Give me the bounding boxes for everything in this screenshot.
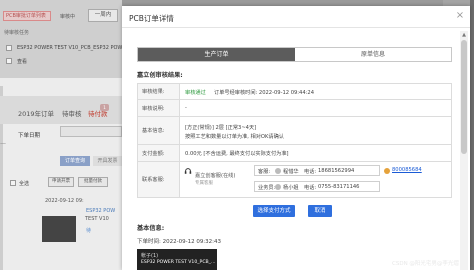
result-detail: 订单号经审核时间: 2022-09-12 09:44:24 [214, 90, 314, 96]
service-name: 程惜华 [283, 169, 299, 175]
sales-avatar [275, 184, 281, 190]
task-row-text[interactable]: 查看 [17, 58, 27, 65]
separator-dash: — [0, 140, 6, 147]
table-row: 审核说明: - [138, 100, 452, 117]
scroll-thumb[interactable] [461, 40, 467, 154]
remark-cell: - [180, 100, 451, 116]
close-icon[interactable]: × [455, 11, 465, 21]
modal-title: PCB订单详情 [129, 14, 174, 23]
tasks-header: 待审核任务 [4, 30, 30, 36]
cycle-line-1: [方正(常规)] 2层 [正常3~4天] [185, 125, 257, 131]
review-table: 审核结果: 审核通过 订单号经审核时间: 2022-09-12 09:44:24… [137, 83, 452, 198]
order-date-label: 下单日期 [18, 133, 41, 139]
review-section-title: 嘉立创审核结果: [137, 72, 183, 79]
order-date-value: 2022-09-12 09: [45, 198, 84, 204]
table-row: 审核结果: 审核通过 订单号经审核时间: 2022-09-12 09:44:24 [138, 84, 452, 100]
tab-year-orders[interactable]: 2019年订单 [18, 108, 54, 118]
order-time: 下单时间: 2022-09-12 09:32:43 [137, 239, 222, 245]
select-all-checkbox[interactable] [10, 180, 16, 186]
pending-count-badge: 1 [100, 104, 109, 111]
order-name-line2: TEST V10 [85, 216, 109, 222]
remark-value: - [185, 105, 187, 111]
goods-name: ESP32 POWER TEST V10_PCB_... [141, 260, 216, 265]
sales-phone-label: 电话: [304, 185, 317, 191]
tab-original-info[interactable]: 原单信息 [295, 48, 451, 61]
week-filter-button[interactable]: 一周内 [88, 9, 118, 22]
order-list-tag[interactable]: PCB审批订单列表 [3, 11, 51, 21]
scroll-up-icon[interactable]: ▲ [460, 31, 468, 39]
qq-icon[interactable] [384, 168, 390, 174]
sales-name: 杨小姐 [283, 185, 299, 191]
order-date-input[interactable] [60, 126, 122, 137]
row-checkbox[interactable] [6, 45, 12, 51]
sales-contact-box: 业务员: 杨小姐 电话: 0755-83171146 [254, 181, 380, 192]
modal-scrollbar[interactable]: ▲ [460, 31, 468, 270]
cancel-button[interactable]: 取消 [308, 205, 332, 217]
service-phone-label: 电话: [304, 169, 317, 175]
tab-production-order[interactable]: 生产订单 [138, 48, 295, 61]
table-row: 联系客服: 嘉立创客服(在线) 专属客服 客服: 程惜华 电话: 1868156… [138, 162, 452, 198]
contact-sub: 专属客服 [195, 181, 213, 186]
service-contact-box: 客服: 程惜华 电话: 18681562994 [254, 165, 380, 176]
service-qq-link[interactable]: 800085684 [392, 167, 422, 173]
service-avatar [275, 168, 281, 174]
price-value: 0.00元 [不含运费, 最终支付以实际支付为准] [185, 151, 289, 157]
tab-pending-review[interactable]: 待审核 [62, 108, 82, 118]
table-row: 支付金额: 0.00元 [不含运费, 最终支付以实际支付为准] [138, 145, 452, 162]
goods-card[interactable]: 帐子(1) ESP32 POWER TEST V10_PCB_... [137, 249, 217, 270]
pcb-thumbnail[interactable] [42, 216, 76, 242]
select-all-label: 全选 [19, 181, 30, 187]
headset-icon [184, 168, 192, 174]
sales-label: 业务员: [258, 185, 276, 191]
service-phone: 18681562994 [318, 168, 355, 174]
remark-label: 审核说明: [138, 100, 180, 116]
cycle-label: 基本信息: [138, 117, 180, 144]
price-label: 支付金额: [138, 145, 180, 161]
service-label: 客服: [258, 169, 271, 175]
contact-label: 联系客服: [138, 162, 180, 197]
order-status: 待 [86, 228, 92, 234]
table-row: 基本信息: [方正(常规)] 2层 [正常3~4天] 按照工艺和数量以订单为准,… [138, 117, 452, 145]
price-cell: 0.00元 [不含运费, 最终支付以实际支付为准] [180, 145, 451, 161]
order-detail-modal: PCB订单详情 × ▲ 生产订单 原单信息 嘉立创审核结果: 审核结果: 审核通… [122, 6, 470, 270]
cycle-cell: [方正(常规)] 2层 [正常3~4天] 按照工艺和数量以订单为准, 相对OK请… [180, 117, 451, 144]
result-cell: 审核通过 订单号经审核时间: 2022-09-12 09:44:24 [180, 84, 451, 99]
order-name-link[interactable]: ESP32 POW [86, 208, 115, 214]
batch-pay-button[interactable]: 批量付款 [78, 177, 108, 187]
order-search-button[interactable]: 订单查询 [60, 156, 90, 166]
basic-info-title: 基本信息: [137, 225, 165, 232]
goods-header: 帐子(1) [141, 253, 159, 259]
choose-payment-button[interactable]: 选择支付方式 [253, 205, 295, 217]
contact-name: 嘉立创客服(在线) [195, 173, 236, 179]
result-label: 审核结果: [138, 84, 180, 99]
row-checkbox[interactable] [6, 58, 12, 64]
background-right-edge [470, 0, 474, 270]
cycle-line-2: 按照工艺和数量以订单为准, 相对OK请确认 [185, 134, 284, 140]
contact-cell: 嘉立创客服(在线) 专属客服 客服: 程惜华 电话: 18681562994 8… [180, 162, 451, 197]
detail-tabs: 生产订单 原单信息 [137, 47, 452, 62]
modal-header: PCB订单详情 × [122, 6, 470, 28]
apply-invoice-button[interactable]: 申请开票 [48, 177, 74, 187]
csdn-watermark: CSDN @阳光宅男@李光熠 [392, 261, 459, 267]
sales-phone: 0755-83171146 [318, 184, 360, 190]
task-row-text[interactable]: ESP32 POWER TEST V10_PCB_ESP32 POWER [17, 45, 129, 51]
review-filter-label: 审核中 [60, 14, 76, 20]
result-status: 审核通过 [185, 90, 206, 96]
invoice-button[interactable]: 开具发票 [93, 156, 122, 166]
